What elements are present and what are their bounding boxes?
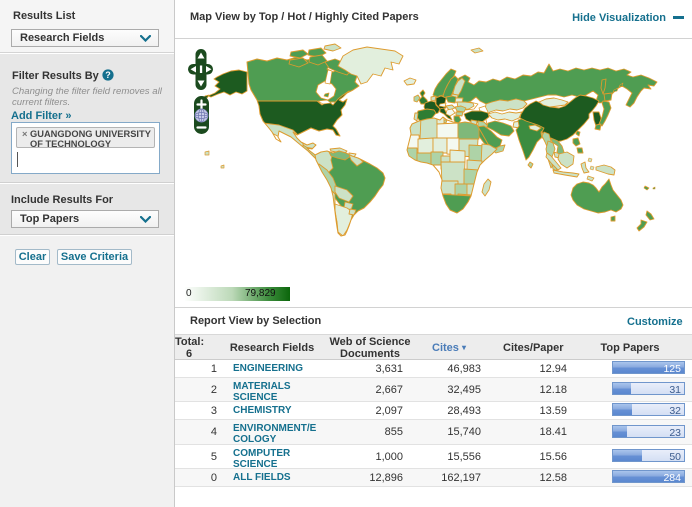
svg-text:?: ?: [105, 70, 111, 80]
